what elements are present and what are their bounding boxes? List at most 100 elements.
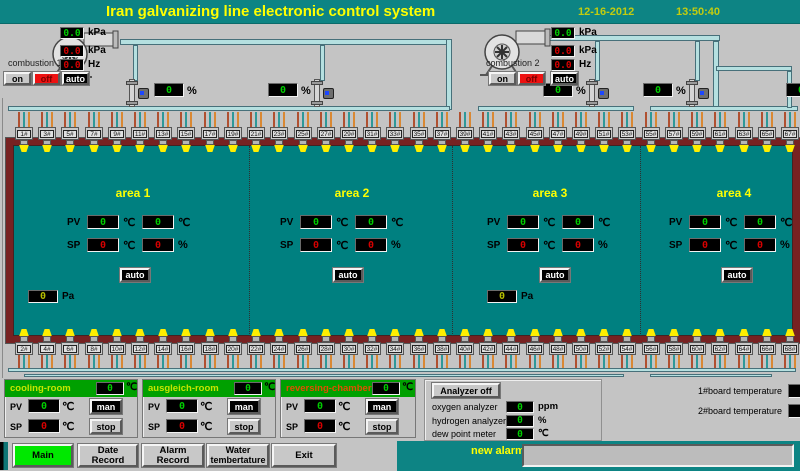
control-valve-icon[interactable] [584,79,610,107]
burner[interactable]: 5# [60,112,80,152]
burner[interactable]: 54# [617,329,637,368]
burner[interactable]: 27# [316,112,336,152]
burner[interactable]: 42# [478,329,498,368]
burner[interactable]: 19# [223,112,243,152]
burner[interactable]: 28# [316,329,336,368]
burner[interactable]: 38# [432,329,452,368]
fan-off-button[interactable]: off [33,72,60,85]
burner[interactable]: 51# [594,112,614,152]
area-auto-button[interactable]: auto [722,268,752,282]
burner[interactable]: 49# [571,112,591,152]
burner[interactable]: 37# [432,112,452,152]
burner[interactable]: 62# [710,329,730,368]
burner[interactable]: 32# [362,329,382,368]
burner[interactable]: 66# [757,329,777,368]
burner[interactable]: 1# [14,112,34,152]
nav-button-date-record[interactable]: Date Record [78,444,138,467]
burner[interactable]: 58# [664,329,684,368]
burner[interactable]: 15# [176,112,196,152]
burner[interactable]: 29# [339,112,359,152]
burner[interactable]: 8# [84,329,104,368]
burner[interactable]: 33# [385,112,405,152]
burner[interactable]: 16# [176,329,196,368]
nav-button-main[interactable]: Main [13,444,73,467]
burner[interactable]: 60# [687,329,707,368]
burner[interactable]: 67# [780,112,800,152]
burner[interactable]: 44# [501,329,521,368]
burner[interactable]: 68# [780,329,800,368]
burner[interactable]: 2# [14,329,34,368]
burner[interactable]: 39# [455,112,475,152]
burner[interactable]: 59# [687,112,707,152]
burner[interactable]: 6# [60,329,80,368]
burner[interactable]: 46# [525,329,545,368]
burner[interactable]: 47# [548,112,568,152]
burner[interactable]: 43# [501,112,521,152]
burner[interactable]: 22# [246,329,266,368]
burner[interactable]: 30# [339,329,359,368]
area-auto-button[interactable]: auto [333,268,363,282]
control-valve-icon[interactable] [309,79,335,107]
fan-auto-button[interactable]: auto [551,72,578,85]
burner[interactable]: 52# [594,329,614,368]
analyzer-toggle-button[interactable]: Analyzer off [432,383,500,398]
room-sp-display[interactable]: 0 [304,419,336,433]
fan-on-button[interactable]: on [489,72,516,85]
burner[interactable]: 20# [223,329,243,368]
burner[interactable]: 10# [107,329,127,368]
nav-button-water-tembertature[interactable]: Water tembertature [207,444,269,467]
burner[interactable]: 14# [153,329,173,368]
burner[interactable]: 25# [293,112,313,152]
area-sp1-display[interactable]: 0 [689,238,721,252]
room-sp-display[interactable]: 0 [28,419,60,433]
area-sp1-display[interactable]: 0 [300,238,332,252]
area-auto-button[interactable]: auto [540,268,570,282]
area-sp2-display[interactable]: 0 [562,238,594,252]
area-sp2-display[interactable]: 0 [142,238,174,252]
burner[interactable]: 53# [617,112,637,152]
fan-auto-button[interactable]: auto [62,72,89,85]
burner[interactable]: 17# [200,112,220,152]
burner[interactable]: 9# [107,112,127,152]
burner[interactable]: 41# [478,112,498,152]
burner[interactable]: 11# [130,112,150,152]
burner[interactable]: 61# [710,112,730,152]
burner[interactable]: 50# [571,329,591,368]
burner[interactable]: 65# [757,112,777,152]
burner[interactable]: 31# [362,112,382,152]
burner[interactable]: 3# [37,112,57,152]
nav-button-alarm-record[interactable]: Alarm Record [142,444,204,467]
control-valve-icon[interactable] [124,79,150,107]
burner[interactable]: 12# [130,329,150,368]
area-auto-button[interactable]: auto [120,268,150,282]
room-mode-button[interactable]: man [228,399,260,414]
burner[interactable]: 18# [200,329,220,368]
room-mode-button[interactable]: man [366,399,398,414]
fan-off-button[interactable]: off [518,72,545,85]
area-sp2-display[interactable]: 0 [355,238,387,252]
room-stop-button[interactable]: stop [90,419,122,434]
burner[interactable]: 45# [525,112,545,152]
area-sp2-display[interactable]: 0 [744,238,776,252]
room-sp-display[interactable]: 0 [166,419,198,433]
room-stop-button[interactable]: stop [228,419,260,434]
area-sp1-display[interactable]: 0 [507,238,539,252]
burner[interactable]: 57# [664,112,684,152]
room-mode-button[interactable]: man [90,399,122,414]
burner[interactable]: 63# [734,112,754,152]
burner[interactable]: 23# [269,112,289,152]
burner[interactable]: 35# [409,112,429,152]
fan-on-button[interactable]: on [4,72,31,85]
burner[interactable]: 21# [246,112,266,152]
burner[interactable]: 24# [269,329,289,368]
burner[interactable]: 4# [37,329,57,368]
burner[interactable]: 34# [385,329,405,368]
burner[interactable]: 7# [84,112,104,152]
control-valve-icon[interactable] [684,79,710,107]
nav-button-exit[interactable]: Exit [272,444,336,467]
burner[interactable]: 64# [734,329,754,368]
burner[interactable]: 55# [641,112,661,152]
room-stop-button[interactable]: stop [366,419,398,434]
burner[interactable]: 40# [455,329,475,368]
burner[interactable]: 13# [153,112,173,152]
